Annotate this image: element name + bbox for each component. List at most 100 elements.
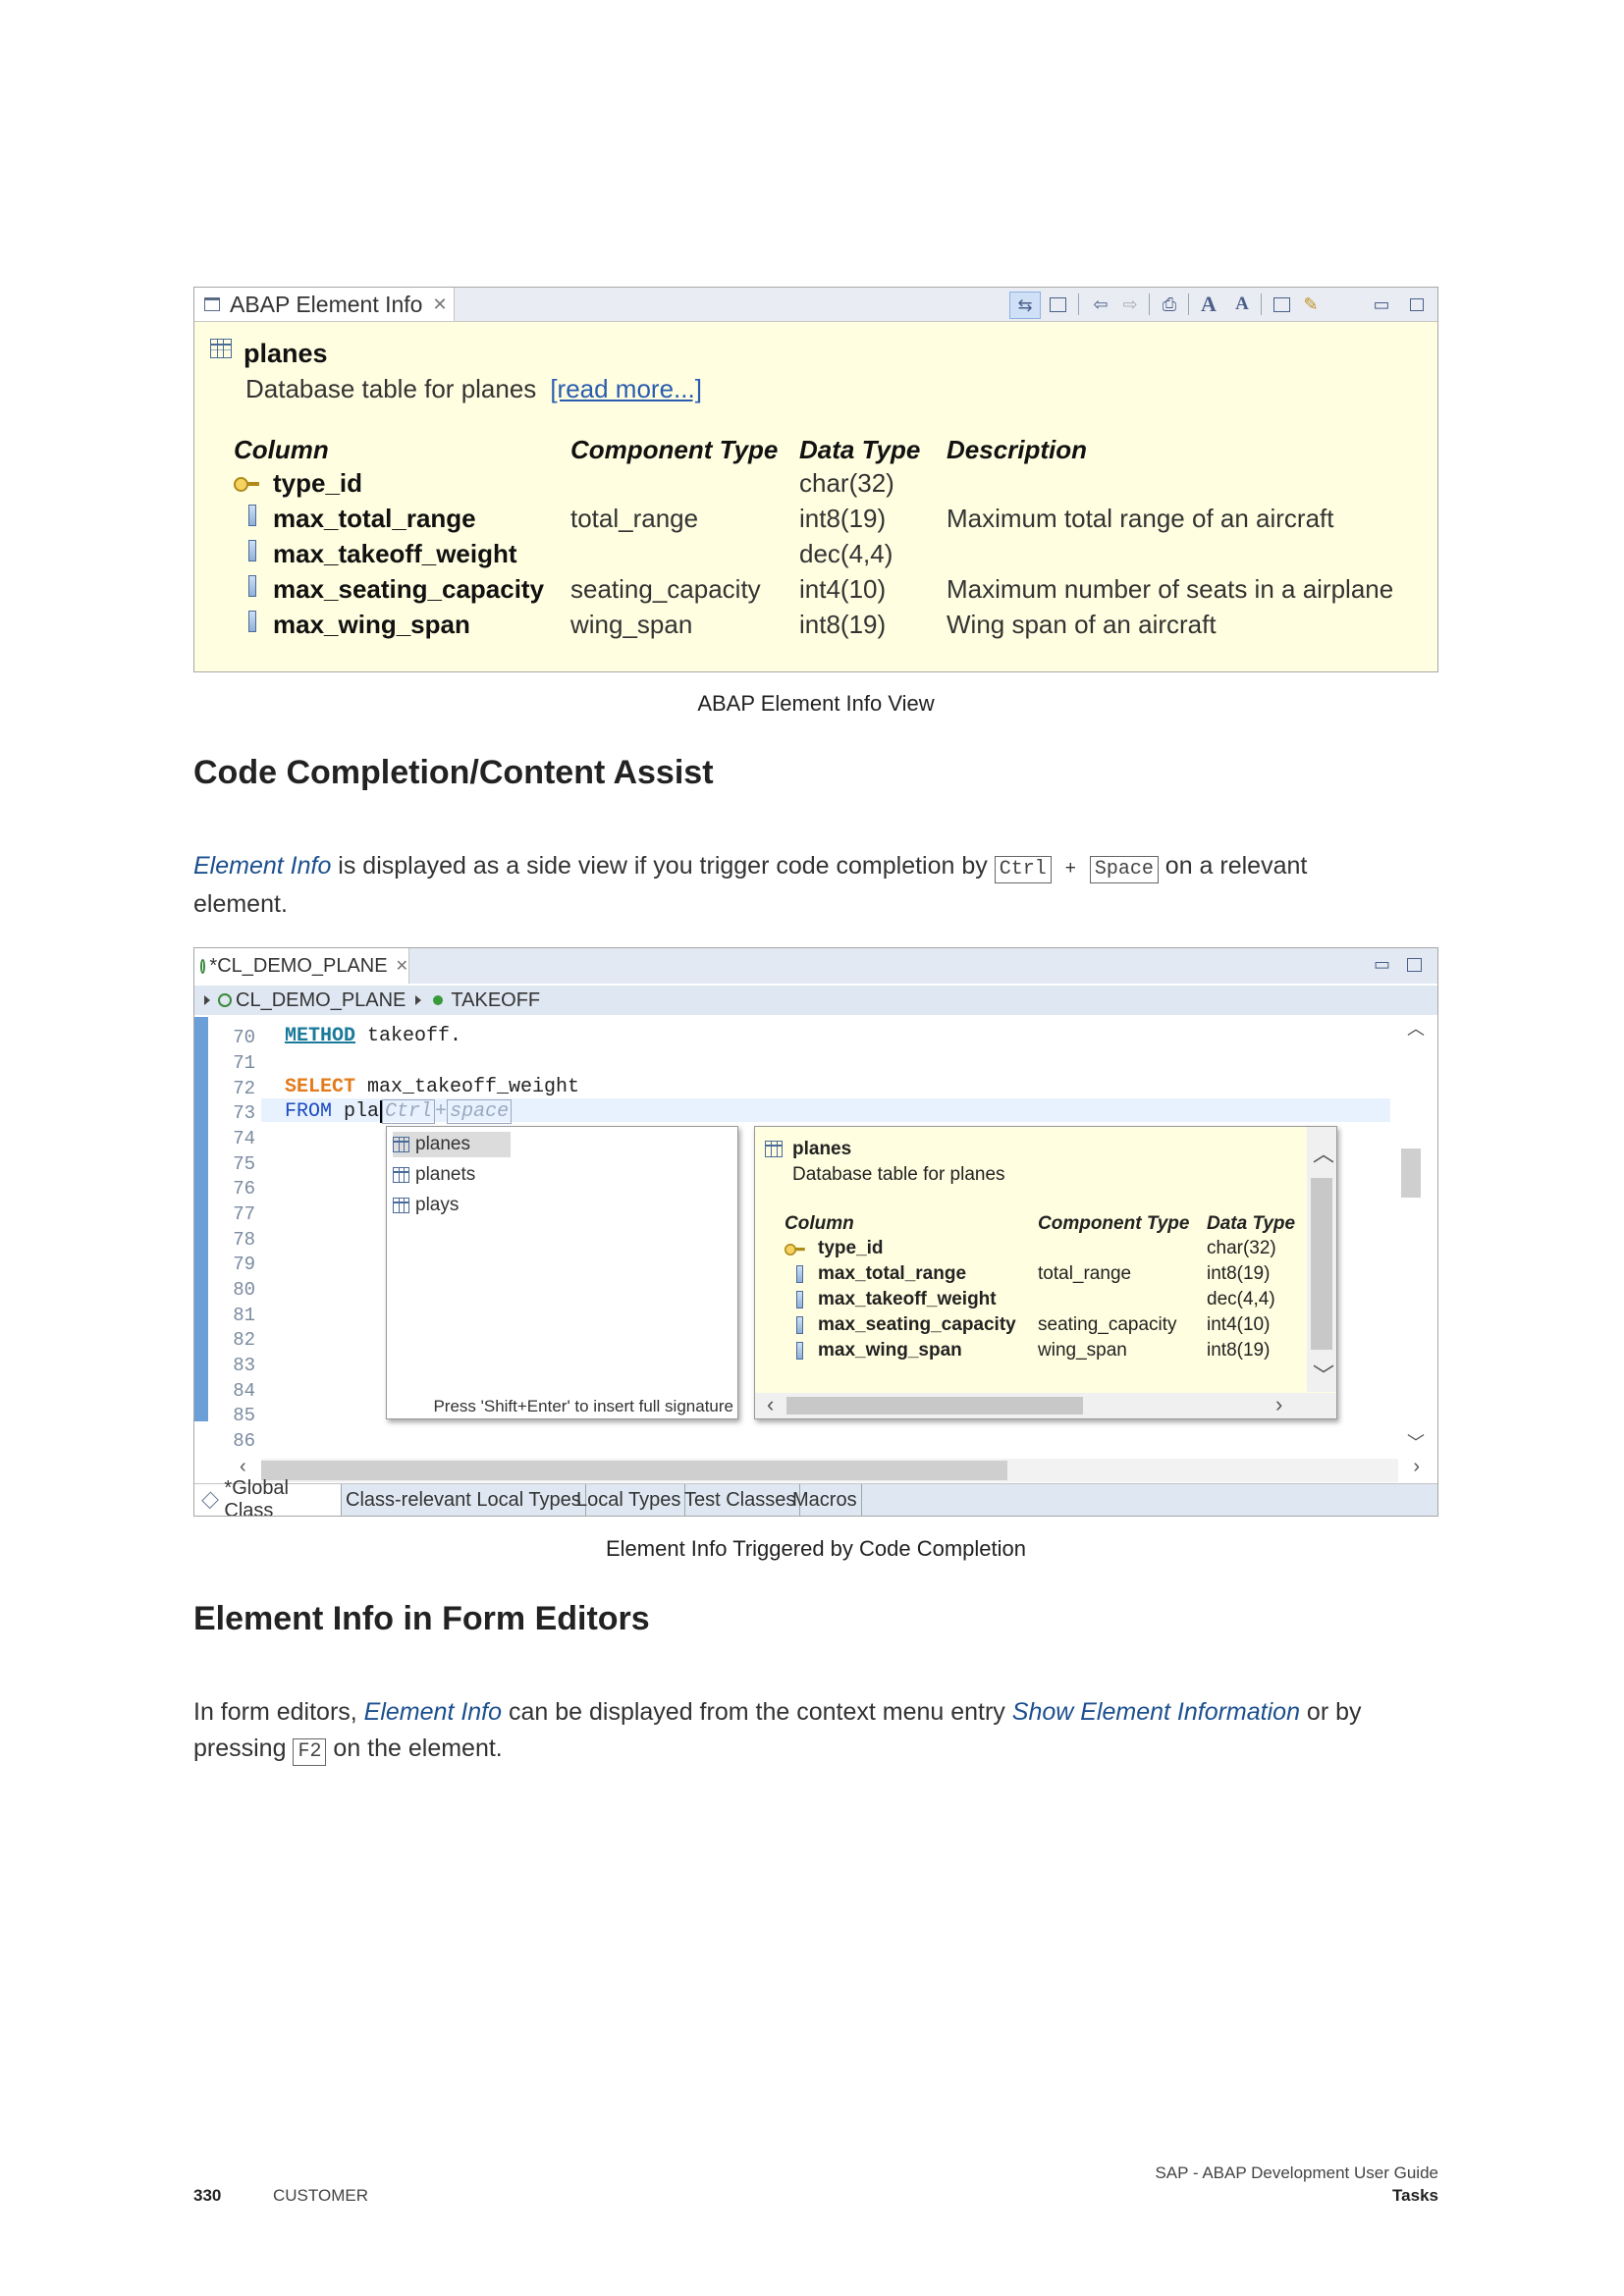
header-data-type: Data Type	[799, 435, 921, 464]
info-vertical-scrollbar[interactable]: ︿ ﹀	[1307, 1127, 1336, 1392]
close-icon[interactable]: ✕	[396, 956, 408, 976]
view-tab-element-info[interactable]: ABAP Element Info ✕	[194, 288, 455, 321]
info-horizontal-scrollbar[interactable]: ‹ ›	[755, 1392, 1336, 1418]
chevron-down-icon[interactable]: ﹀	[1313, 1359, 1334, 1390]
link-with-editor-icon[interactable]: ⇆	[1009, 292, 1041, 319]
completion-proposal-list: planes planets plays Press 'Shift+Enter'…	[386, 1126, 738, 1419]
line-number: 84	[233, 1380, 255, 1402]
ghost-hint-ctrl: Ctrl	[382, 1099, 436, 1124]
code-line[interactable]: METHOD takeoff.	[285, 1025, 461, 1047]
table-icon	[765, 1141, 783, 1157]
info-element-name: planes	[792, 1139, 852, 1159]
export-icon[interactable]	[1269, 294, 1294, 315]
element-description: Database table for planes [read more...]	[245, 374, 702, 404]
chevron-right-icon[interactable]	[415, 995, 422, 1005]
editor-tab[interactable]: *CL_DEMO_PLANE ✕	[194, 948, 409, 984]
maximize-icon[interactable]	[1407, 958, 1422, 972]
header-column: Column	[234, 435, 329, 464]
info-row-datatype: int8(19)	[1207, 1340, 1271, 1361]
paragraph-text: or by	[1299, 1698, 1362, 1726]
info-row-column: type_id	[818, 1238, 884, 1258]
close-icon[interactable]: ✕	[432, 294, 447, 315]
chevron-up-icon[interactable]: ︿	[1313, 1137, 1334, 1168]
show-element-information-term: Show Element Information	[1011, 1698, 1300, 1726]
ctrl-key: Ctrl	[994, 856, 1052, 883]
plus-sign: +	[1064, 858, 1076, 879]
table-row-datatype: int8(19)	[799, 610, 887, 639]
breadcrumb-method[interactable]: TAKEOFF	[451, 989, 540, 1012]
tab-global-class[interactable]: *Global Class	[194, 1477, 342, 1516]
minimize-icon[interactable]: ▭	[1374, 954, 1390, 975]
line-number: 70	[233, 1027, 255, 1048]
table-row-description: Maximum number of seats in a airplane	[947, 574, 1394, 604]
editor-vertical-scrollbar[interactable]: ︿ ﹀	[1398, 1017, 1437, 1459]
line-number: 85	[233, 1405, 255, 1426]
increase-font-icon[interactable]: A	[1196, 292, 1221, 316]
line-number: 81	[233, 1305, 255, 1326]
breadcrumb-class[interactable]: CL_DEMO_PLANE	[236, 989, 406, 1012]
chevron-right-icon[interactable]	[204, 995, 210, 1005]
chevron-left-icon[interactable]: ‹	[767, 1392, 774, 1417]
ghost-hint-space: space	[447, 1099, 513, 1124]
pin-icon[interactable]: ✎	[1298, 294, 1324, 315]
info-row-column: max_wing_span	[818, 1340, 962, 1361]
proposal-item[interactable]: planes	[393, 1132, 511, 1157]
classification: CUSTOMER	[273, 2186, 368, 2205]
chevron-left-icon[interactable]: ‹	[240, 1456, 246, 1478]
proposal-label: planes	[415, 1134, 470, 1154]
info-row-datatype: int4(10)	[1207, 1314, 1271, 1335]
print-icon[interactable]: ⎙	[1157, 294, 1182, 315]
scrollbar-thumb[interactable]	[1401, 1148, 1421, 1198]
editor-gutter	[194, 1017, 208, 1421]
scrollbar-thumb[interactable]	[261, 1461, 1007, 1480]
column-icon	[796, 1316, 803, 1334]
scrollbar-thumb[interactable]	[786, 1397, 1083, 1415]
maximize-icon[interactable]	[1404, 294, 1430, 315]
proposal-item[interactable]: plays	[393, 1193, 459, 1218]
keyword: SELECT	[285, 1076, 356, 1098]
chevron-down-icon[interactable]: ﹀	[1407, 1429, 1425, 1455]
chevron-right-icon[interactable]: ›	[1413, 1456, 1420, 1478]
editor-horizontal-scrollbar[interactable]: ‹ ›	[240, 1456, 1420, 1482]
header-component-type: Component Type	[570, 435, 779, 464]
tab-test-classes[interactable]: Test Classes	[680, 1484, 801, 1516]
paragraph-text: In form editors,	[193, 1698, 364, 1726]
read-more-link[interactable]: [read more...]	[550, 374, 702, 403]
column-icon	[796, 1291, 803, 1308]
element-info-view-figure: ABAP Element Info ✕ ⇆ ⇦ ⇨ ⎙ A A ✎ ▭ plan…	[193, 287, 1438, 672]
tab-local-types[interactable]: Local Types	[572, 1484, 686, 1516]
table-row-datatype: int4(10)	[799, 574, 887, 604]
tab-macros[interactable]: Macros	[788, 1484, 862, 1516]
minimize-icon[interactable]: ▭	[1369, 294, 1394, 315]
tab-label: Test Classes	[684, 1488, 796, 1511]
table-icon	[393, 1167, 409, 1183]
back-icon[interactable]: ⇦	[1088, 294, 1113, 315]
paragraph-text: on the element.	[326, 1735, 503, 1762]
document-title: SAP - ABAP Development User Guide	[1155, 2163, 1438, 2182]
line-number: 72	[233, 1078, 255, 1099]
table-row-column: max_takeoff_weight	[273, 539, 517, 568]
tab-class-relevant-local-types[interactable]: Class-relevant Local Types	[342, 1484, 586, 1516]
proposal-item[interactable]: planets	[393, 1162, 475, 1188]
chevron-up-icon[interactable]: ︿	[1407, 1015, 1425, 1041]
open-in-editor-icon[interactable]	[1045, 294, 1070, 315]
scrollbar-thumb[interactable]	[1311, 1178, 1332, 1350]
section-heading: Element Info in Form Editors	[193, 1600, 650, 1637]
code-text: takeoff.	[355, 1025, 462, 1047]
table-row-column: max_seating_capacity	[273, 574, 545, 604]
chevron-right-icon[interactable]: ›	[1275, 1392, 1282, 1417]
line-number: 73	[233, 1102, 255, 1124]
line-number: 75	[233, 1153, 255, 1175]
header-description: Description	[947, 435, 1088, 464]
code-line[interactable]: SELECT max_takeoff_weight	[285, 1076, 579, 1098]
line-number: 76	[233, 1178, 255, 1200]
table-icon	[393, 1137, 409, 1152]
f2-key: F2	[293, 1738, 327, 1766]
editor-tab-title: *CL_DEMO_PLANE	[209, 954, 388, 977]
section-name: Tasks	[1392, 2186, 1438, 2205]
code-line[interactable]: FROM pla Ctrl + space	[285, 1099, 513, 1124]
decrease-font-icon[interactable]: A	[1229, 294, 1255, 315]
forward-icon[interactable]: ⇨	[1117, 294, 1143, 315]
tab-label: Macros	[792, 1488, 857, 1511]
code-text: pla	[332, 1100, 380, 1123]
